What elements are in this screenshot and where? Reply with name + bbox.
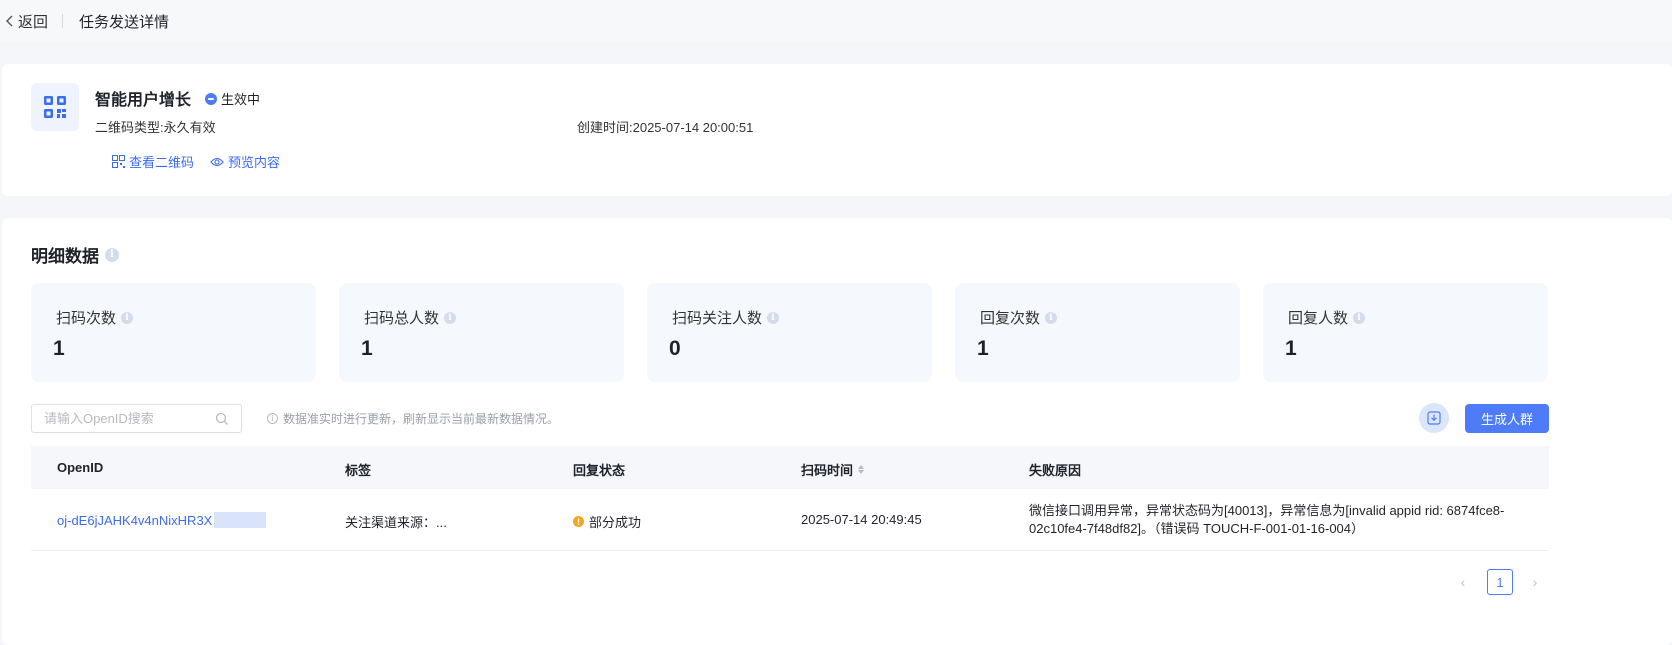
qr-type-text: 二维码类型:永久有效 — [95, 120, 216, 135]
detail-data-card: 明细数据 i 扫码次数 i 1 扫码总人数 i 1 扫码关注人数 i 0 回复次… — [2, 218, 1672, 645]
status-dot-icon — [205, 92, 217, 105]
fail-reason-cell: 微信接口调用异常，异常状态码为[40013]，异常信息为[invalid app… — [1029, 503, 1505, 536]
warning-icon: ! — [573, 516, 584, 527]
task-avatar — [31, 83, 79, 131]
view-qrcode-label: 查看二维码 — [129, 155, 195, 170]
scan-time-cell: 2025-07-14 20:49:45 — [801, 512, 922, 527]
chevron-left-icon — [6, 15, 13, 27]
search-icon[interactable] — [215, 412, 229, 426]
sort-icon[interactable] — [858, 465, 865, 474]
stat-label-text: 扫码次数 — [56, 310, 117, 327]
section-title-text: 明细数据 — [31, 247, 99, 266]
qrcode-icon — [44, 96, 66, 118]
search-input[interactable] — [44, 411, 214, 426]
created-time-text: 创建时间:2025-07-14 20:00:51 — [577, 120, 754, 135]
column-header-fail-reason: 失败原因 — [1029, 463, 1082, 478]
reply-status-text: 部分成功 — [589, 515, 642, 530]
download-button[interactable] — [1419, 403, 1449, 433]
table-row: oj-dE6jJAHK4v4nNixHR3X 关注渠道来源：... ! 部分成功… — [31, 489, 1549, 551]
stat-value: 1 — [977, 337, 989, 360]
column-header-scan-time-label: 扫码时间 — [801, 463, 854, 478]
page-number-1[interactable]: 1 — [1487, 569, 1513, 595]
column-header-tag: 标签 — [345, 463, 372, 478]
stat-label-text: 回复人数 — [1288, 310, 1349, 327]
stat-label-text: 回复次数 — [980, 310, 1041, 327]
info-icon[interactable]: i — [767, 311, 780, 324]
notice-text: 数据准实时进行更新，刷新显示当前最新数据情况。 — [283, 412, 560, 426]
info-icon[interactable]: i — [121, 311, 134, 324]
stat-label-text: 扫码关注人数 — [672, 310, 763, 327]
stat-value: 1 — [361, 337, 373, 360]
stat-label: 扫码次数 i — [56, 307, 134, 328]
preview-content-link[interactable]: 预览内容 — [210, 152, 280, 171]
status-badge: 生效中 — [205, 89, 260, 108]
openid-text: oj-dE6jJAHK4v4nNixHR3X — [57, 512, 213, 528]
back-button[interactable]: 返回 — [4, 11, 48, 32]
reply-status-cell: ! 部分成功 — [573, 512, 641, 531]
column-header-openid: OpenID — [57, 460, 104, 475]
stat-card-scan-count: 扫码次数 i 1 — [31, 283, 316, 382]
eye-icon — [210, 157, 224, 166]
stat-value: 1 — [1285, 337, 1297, 360]
preview-content-label: 预览内容 — [228, 155, 281, 170]
page-title: 任务发送详情 — [79, 13, 170, 31]
stat-value: 1 — [53, 337, 65, 360]
section-title: 明细数据 i — [31, 242, 119, 267]
search-box — [31, 404, 242, 433]
download-icon — [1427, 411, 1441, 425]
openid-link[interactable]: oj-dE6jJAHK4v4nNixHR3X — [57, 512, 267, 528]
qrcode-outline-icon — [112, 155, 125, 168]
info-icon[interactable]: i — [105, 247, 119, 262]
view-qrcode-link[interactable]: 查看二维码 — [112, 152, 194, 171]
task-summary-card: 智能用户增长 生效中 二维码类型:永久有效 创建时间:2025-07-14 20… — [2, 64, 1672, 196]
column-header-reply-status: 回复状态 — [573, 463, 626, 478]
info-outline-icon: i — [267, 413, 278, 424]
stat-label: 回复人数 i — [1288, 307, 1366, 328]
top-bar: 返回 任务发送详情 — [0, 0, 1672, 42]
info-icon[interactable]: i — [444, 311, 457, 324]
stat-label: 扫码关注人数 i — [672, 307, 780, 328]
back-label: 返回 — [18, 13, 49, 31]
stat-label: 回复次数 i — [980, 307, 1058, 328]
generate-audience-button[interactable]: 生成人群 — [1465, 404, 1549, 433]
stat-card-scan-follow-users: 扫码关注人数 i 0 — [647, 283, 932, 382]
info-icon[interactable]: i — [1353, 311, 1366, 324]
task-name: 智能用户增长 — [95, 92, 192, 109]
stat-label: 扫码总人数 i — [364, 307, 457, 328]
stat-card-scan-users: 扫码总人数 i 1 — [339, 283, 624, 382]
stat-value: 0 — [669, 337, 681, 360]
stat-card-reply-users: 回复人数 i 1 — [1263, 283, 1548, 382]
table-header: OpenID 标签 回复状态 扫码时间 失败原因 — [31, 446, 1549, 489]
column-header-scan-time[interactable]: 扫码时间 — [801, 460, 865, 479]
prev-page-button[interactable]: ‹ — [1454, 569, 1472, 595]
stat-card-reply-count: 回复次数 i 1 — [955, 283, 1240, 382]
status-label: 生效中 — [221, 92, 261, 107]
next-page-button[interactable]: › — [1526, 569, 1544, 595]
masked-text — [214, 512, 267, 528]
divider — [62, 14, 64, 28]
stat-label-text: 扫码总人数 — [364, 310, 440, 327]
tag-cell: 关注渠道来源：... — [345, 515, 447, 530]
info-icon[interactable]: i — [1045, 311, 1058, 324]
data-update-notice: i 数据准实时进行更新，刷新显示当前最新数据情况。 — [267, 410, 559, 427]
